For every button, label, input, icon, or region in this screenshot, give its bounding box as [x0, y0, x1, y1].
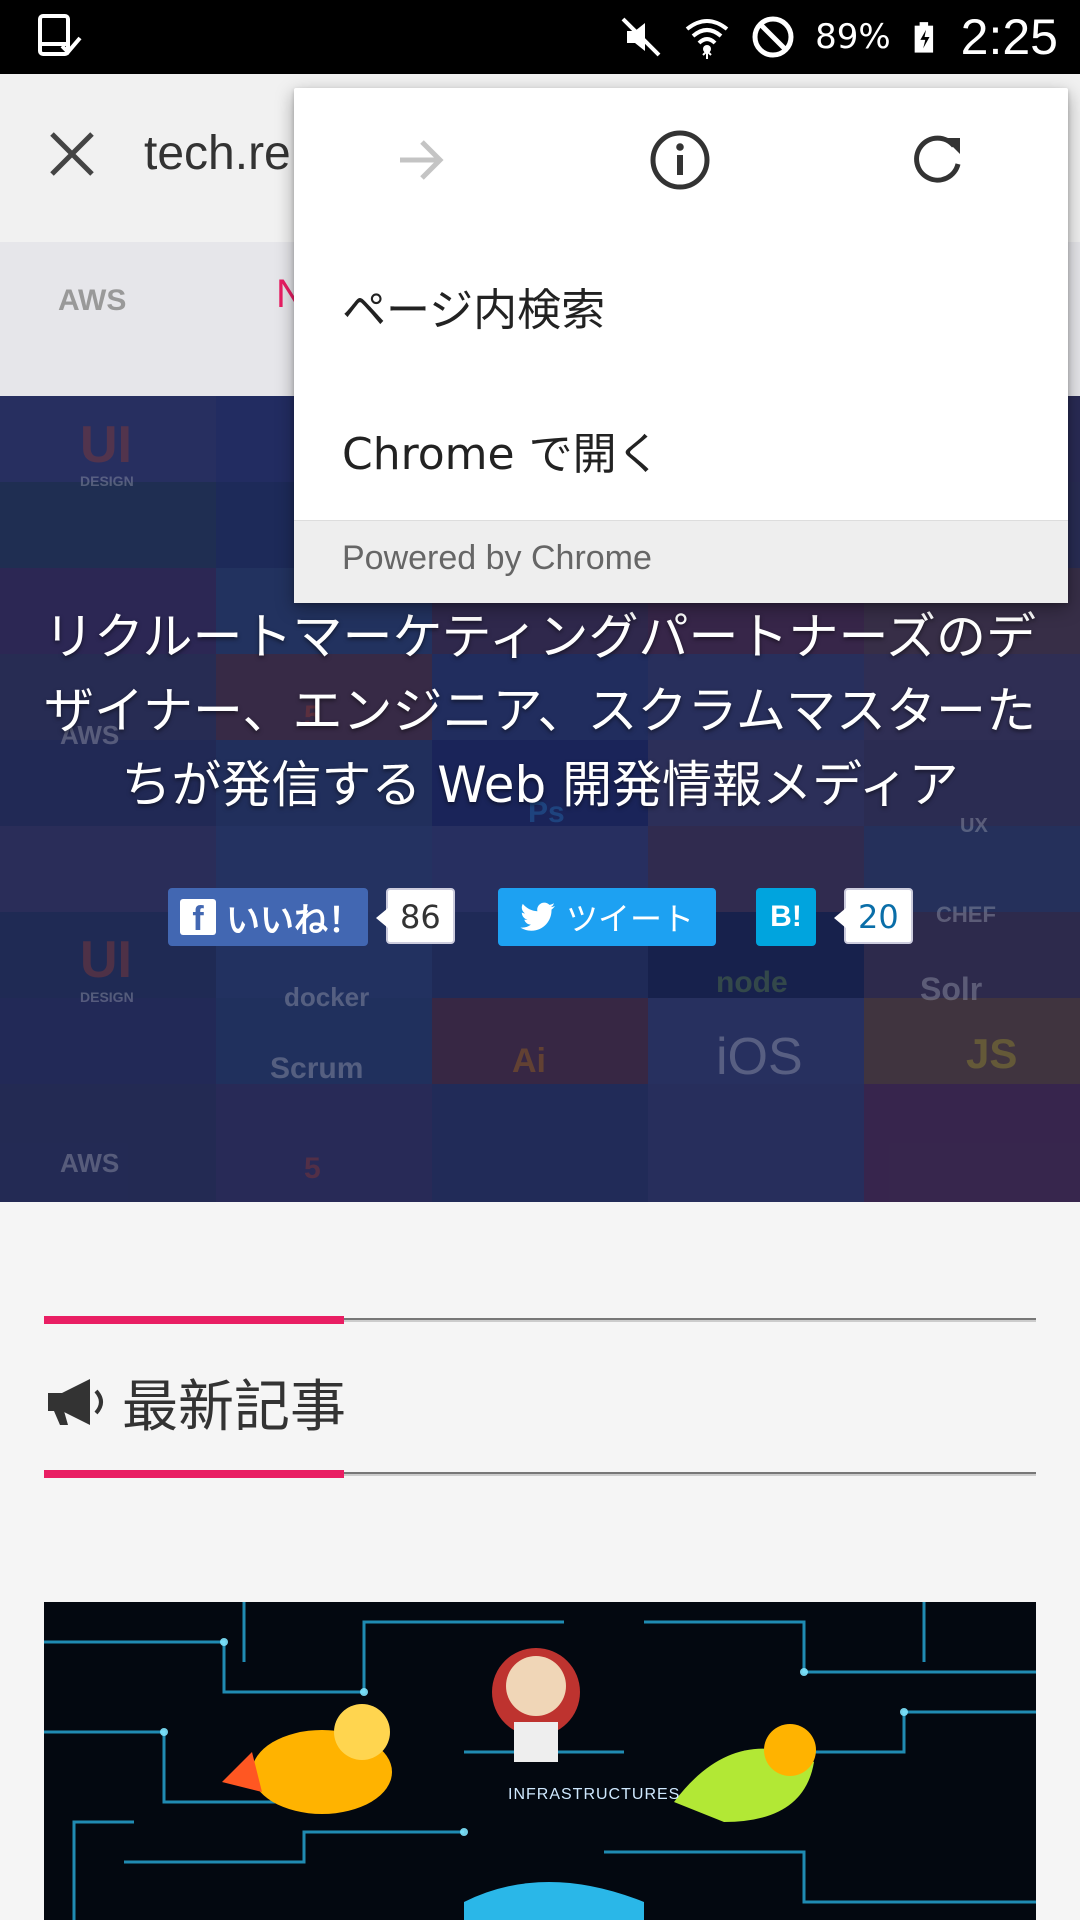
like-count: 86: [376, 888, 455, 944]
thumbnail-caption: INFRASTRUCTURES: [508, 1786, 681, 1803]
refresh-icon[interactable]: [906, 128, 970, 192]
hatena-bookmark-button[interactable]: B!: [756, 888, 816, 946]
latest-articles-title: 最新記事: [122, 1375, 346, 1440]
hatena-count: 20: [834, 888, 913, 944]
article-thumbnail[interactable]: INFRASTRUCTURES: [44, 1602, 1036, 1920]
tweet-label: ツイート: [565, 900, 694, 938]
screenshot-notification-icon: [38, 14, 82, 56]
circuit-illustration: [44, 1602, 1036, 1920]
facebook-like-button[interactable]: f いいね！: [168, 888, 368, 946]
section-divider-top: [44, 1316, 1036, 1326]
url-text[interactable]: tech.re: [144, 126, 291, 181]
overflow-menu: ページ内検索 Chrome で開く Powered by Chrome: [294, 88, 1068, 603]
tweet-button[interactable]: ツイート: [498, 888, 716, 946]
like-label: いいね！: [226, 900, 362, 941]
status-bar: 89% 2:25: [0, 0, 1080, 74]
twitter-bird-icon: [520, 902, 556, 931]
site-tagline: リクルートマーケティングパートナーズのデザイナー、エンジニア、スクラムマスターた…: [44, 608, 1036, 814]
battery-percent: 89%: [815, 17, 891, 57]
powered-by-chrome-text: Powered by Chrome: [342, 539, 652, 577]
wifi-icon: [685, 19, 729, 59]
menu-footer: Powered by Chrome: [294, 520, 1068, 603]
close-icon[interactable]: [44, 126, 100, 182]
menu-item-open-in-chrome[interactable]: Chrome で開く: [342, 418, 661, 482]
do-not-disturb-icon: [752, 16, 794, 58]
nav-strip-logo: AWS: [58, 284, 127, 317]
menu-item-find-in-page[interactable]: ページ内検索: [342, 274, 605, 338]
megaphone-icon: [48, 1378, 103, 1425]
info-icon[interactable]: [648, 128, 712, 192]
clock: 2:25: [960, 9, 1058, 65]
facebook-icon: f: [180, 899, 216, 938]
battery-charging-icon: [914, 22, 933, 53]
mute-icon: [621, 17, 661, 57]
menu-icon-row: [294, 88, 1068, 238]
forward-arrow-icon[interactable]: [390, 128, 454, 192]
latest-articles-heading: 最新記事: [44, 1362, 346, 1443]
section-divider-bottom: [44, 1470, 1036, 1480]
